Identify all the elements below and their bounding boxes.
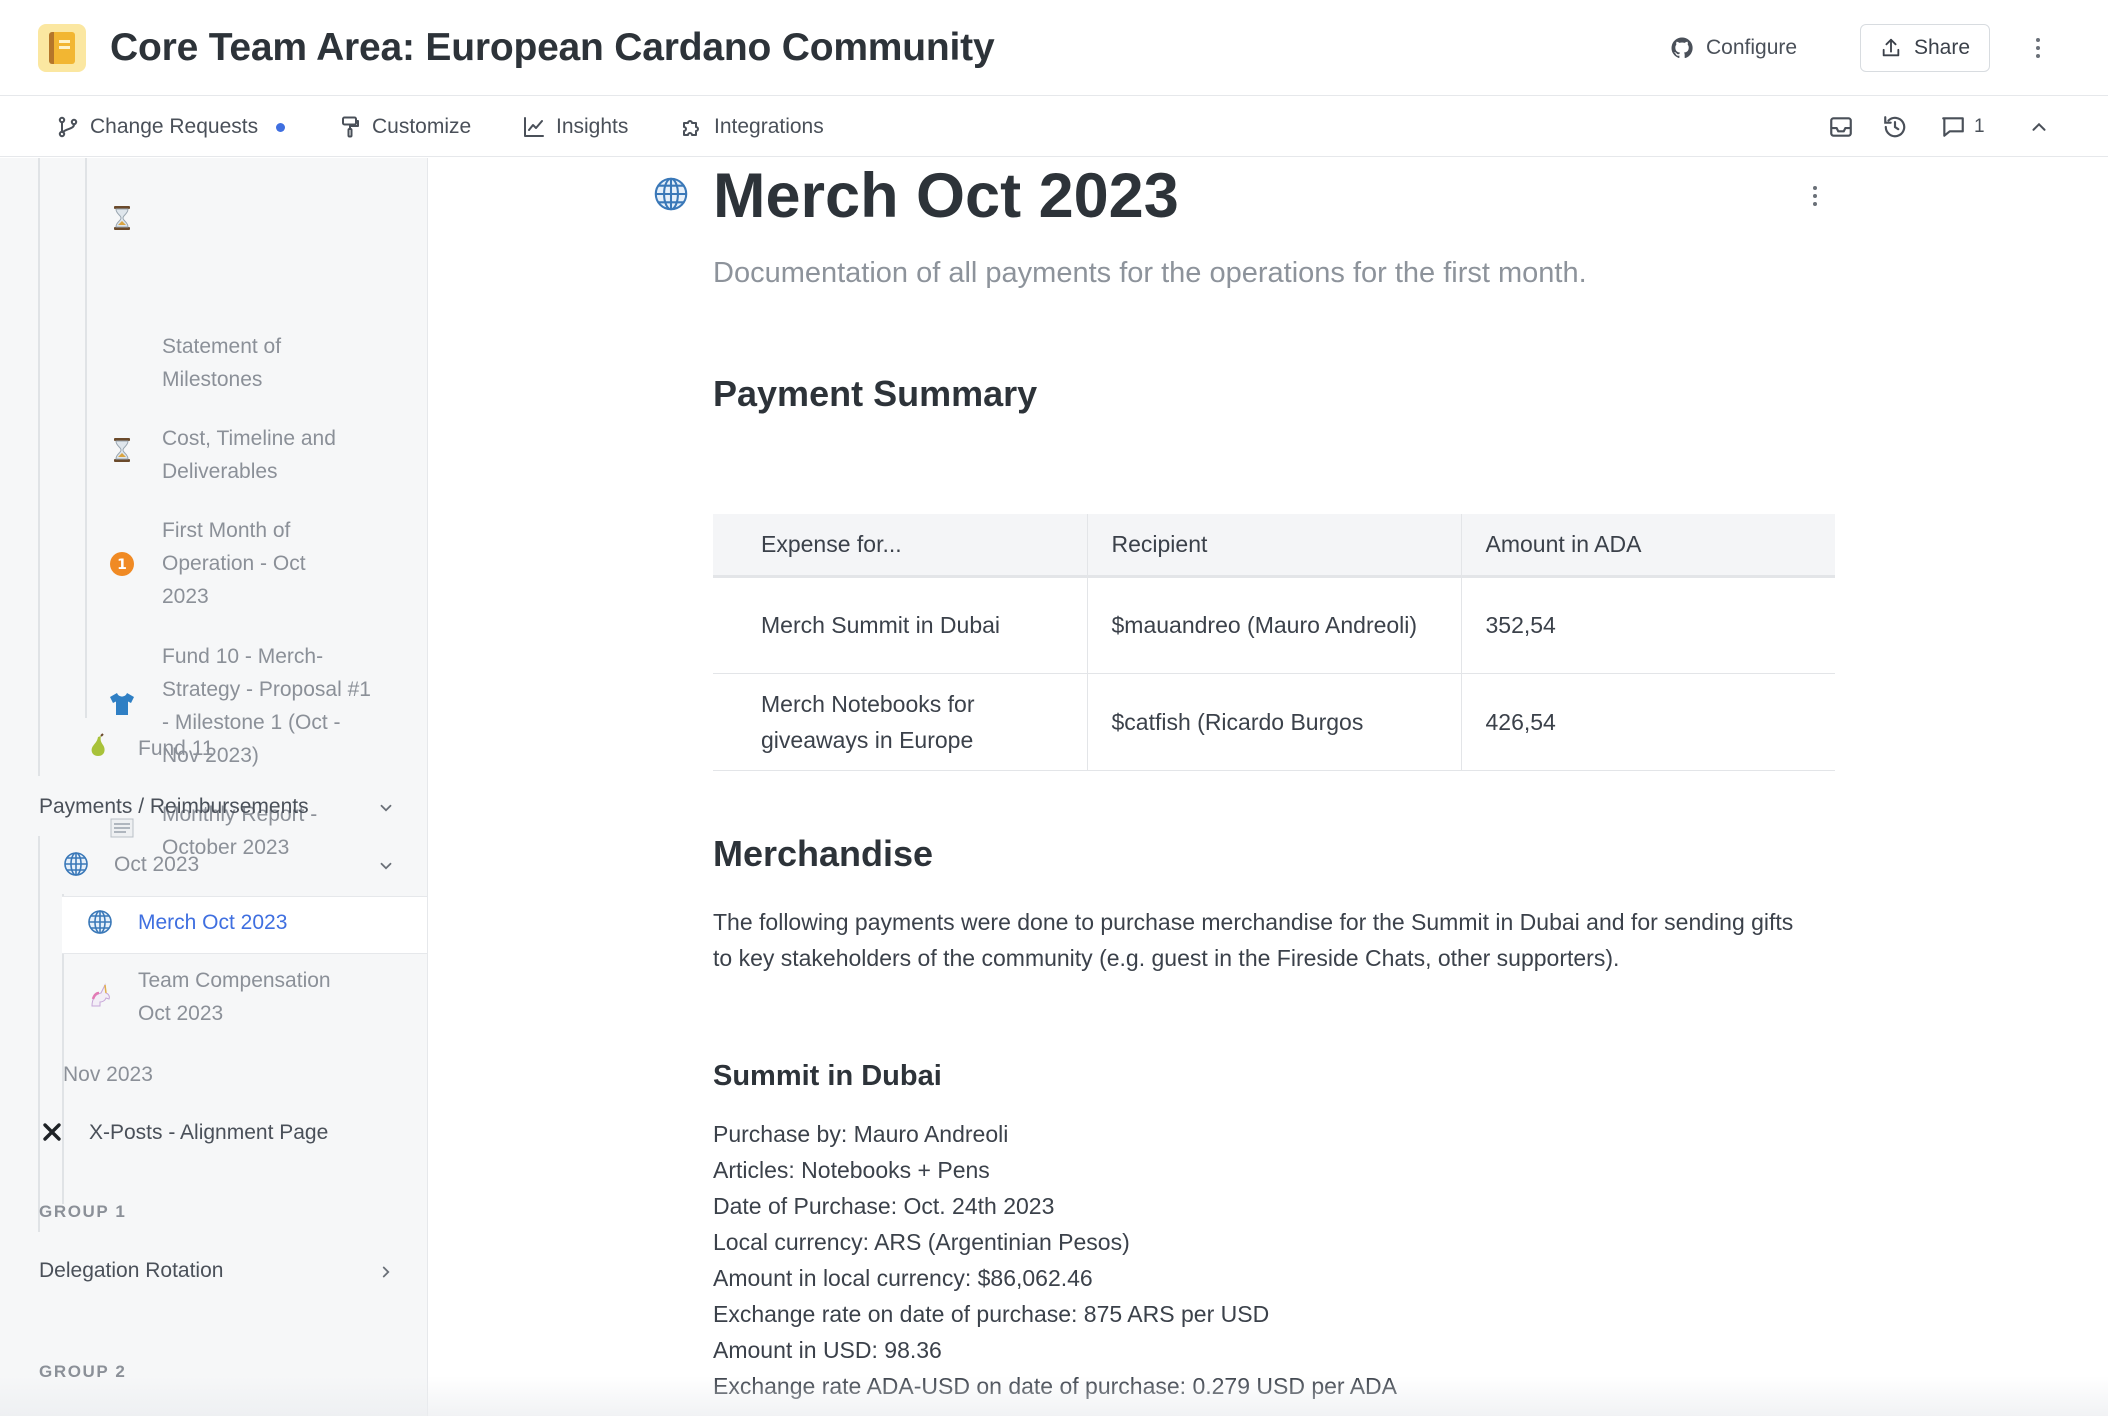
merchandise-heading: Merchandise <box>713 833 934 874</box>
sidebar-item-payments[interactable]: Payments / Reimbursements <box>39 790 309 823</box>
sidebar-item-label: First Month of Operation - Oct 2023 <box>162 519 306 608</box>
hourglass-icon <box>108 436 136 464</box>
pear-icon <box>86 732 114 760</box>
summit-dubai-heading: Summit in Dubai <box>713 1060 942 1092</box>
share-label: Share <box>1913 36 1971 59</box>
sidebar-item-delegation-rotation[interactable]: Delegation Rotation <box>39 1254 223 1287</box>
configure-button[interactable]: Configure <box>1670 30 1797 66</box>
column-header-amount[interactable]: Amount in ADA <box>1461 514 1835 578</box>
inbox-icon[interactable] <box>1826 112 1856 142</box>
table-row: Merch Notebooks for giveaways in Europe … <box>713 673 1835 771</box>
puzzle-icon <box>683 120 699 136</box>
table-cell-recipient[interactable]: $mauandreo (Mauro Andreoli) <box>1087 576 1462 674</box>
github-icon <box>1671 37 1693 59</box>
integrations-label: Integrations <box>714 115 824 138</box>
table-cell-expense[interactable]: Merch Summit in Dubai <box>713 576 1088 674</box>
history-icon[interactable] <box>1880 112 1910 142</box>
merchandise-paragraph: The following payments were done to purc… <box>713 909 1794 971</box>
globe-icon <box>86 908 114 936</box>
sidebar-item-label: Oct 2023 <box>114 853 200 876</box>
sidebar-group-1-heading: GROUP 1 <box>39 1202 127 1221</box>
detail-line: Articles: Notebooks + Pens <box>713 1157 990 1183</box>
detail-line: Local currency: ARS (Argentinian Pesos) <box>713 1229 1130 1255</box>
sidebar-item-label: Team Compensation Oct 2023 <box>138 969 331 1025</box>
sidebar-item-label: X-Posts - Alignment Page <box>89 1121 329 1144</box>
table-row: Merch Summit in Dubai $mauandreo (Mauro … <box>713 576 1835 674</box>
change-requests-button[interactable]: Change Requests <box>56 111 286 143</box>
detail-line: Amount in USD: 98.36 <box>713 1337 942 1363</box>
unicorn-icon <box>86 982 114 1010</box>
change-requests-label: Change Requests <box>90 115 259 138</box>
notification-dot <box>276 122 286 132</box>
payment-summary-heading: Payment Summary <box>713 373 1038 414</box>
sidebar-item-nov-2023[interactable]: Nov 2023 <box>63 1058 153 1091</box>
detail-line: Exchange rate on date of purchase: 875 A… <box>713 1301 1270 1327</box>
tree-guide <box>38 836 40 1232</box>
page-options-icon[interactable] <box>1805 182 1825 210</box>
detail-line: Date of Purchase: Oct. 24th 2023 <box>713 1193 1055 1219</box>
table-header-row: Expense for... Recipient Amount in ADA <box>713 514 1835 578</box>
table-cell-amount[interactable]: 352,54 <box>1461 576 1835 674</box>
page-title: Merch Oct 2023 <box>713 161 1179 231</box>
integrations-button[interactable]: Integrations <box>680 111 824 143</box>
globe-icon <box>62 850 90 878</box>
chevron-down-icon[interactable] <box>376 798 396 818</box>
x-cross-icon <box>38 1118 66 1146</box>
table-cell-recipient[interactable]: $catfish (Ricardo Burgos <box>1087 673 1462 771</box>
page-globe-icon[interactable] <box>653 176 689 212</box>
chevron-right-icon[interactable] <box>376 1262 396 1282</box>
customize-label: Customize <box>372 115 472 138</box>
column-header-expense[interactable]: Expense for... <box>713 514 1088 578</box>
detail-line: Amount in local currency: $86,062.46 <box>713 1265 1093 1291</box>
sidebar-item-label: Statement of Milestones <box>162 335 282 391</box>
purchase-details: Purchase by: Mauro Andreoli Articles: No… <box>713 1116 1397 1404</box>
comment-icon <box>1942 117 1964 137</box>
page-content: Merch Oct 2023 Documentation of all paym… <box>429 158 2108 1416</box>
insights-button[interactable]: Insights <box>522 111 628 143</box>
table-cell-amount[interactable]: 426,54 <box>1461 673 1835 771</box>
comment-count: 1 <box>1974 116 1985 137</box>
page-description: Documentation of all payments for the op… <box>713 257 1587 289</box>
app-header: Core Team Area: European Cardano Communi… <box>0 0 2108 96</box>
chevron-down-icon[interactable] <box>376 856 396 876</box>
sidebar-item-label: Fund 11 <box>138 737 214 760</box>
sidebar-item-label-active: Merch Oct 2023 <box>138 911 288 934</box>
payment-summary-table: Expense for... Recipient Amount in ADA M… <box>713 514 1835 771</box>
chevron-up-icon[interactable] <box>2024 112 2054 142</box>
tree-guide <box>85 158 87 718</box>
space-toolbar <box>0 97 2108 157</box>
more-options-icon[interactable] <box>2024 28 2052 68</box>
svg-text:1: 1 <box>117 557 127 573</box>
configure-label: Configure <box>1706 36 1798 59</box>
share-button[interactable]: Share <box>1860 24 1990 72</box>
branch-icon <box>58 116 78 138</box>
share-icon <box>1882 38 1900 57</box>
tree-guide <box>38 158 40 776</box>
hourglass-icon <box>108 204 136 232</box>
table-cell-expense[interactable]: Merch Notebooks for giveaways in Europe <box>713 673 1088 771</box>
detail-line: Exchange rate ADA-USD on date of purchas… <box>713 1373 1397 1399</box>
tshirt-icon <box>108 690 136 718</box>
notebook-logo-icon[interactable] <box>38 24 86 72</box>
sidebar: Statement of Milestones Cost, Timeline a… <box>0 158 428 1416</box>
chart-line-icon <box>524 117 544 137</box>
space-title[interactable]: Core Team Area: European Cardano Communi… <box>110 22 995 74</box>
sidebar-item-label: Cost, Timeline and Deliverables <box>162 427 336 483</box>
sidebar-group-2-heading: GROUP 2 <box>39 1362 127 1381</box>
insights-label: Insights <box>556 115 629 138</box>
comments-button[interactable]: 1 <box>1940 112 1985 142</box>
column-header-recipient[interactable]: Recipient <box>1087 514 1462 578</box>
customize-button[interactable]: Customize <box>338 111 471 143</box>
number-one-badge-icon: 1 <box>108 550 136 578</box>
detail-line: Purchase by: Mauro Andreoli <box>713 1121 1009 1147</box>
paint-roller-icon <box>342 116 359 138</box>
